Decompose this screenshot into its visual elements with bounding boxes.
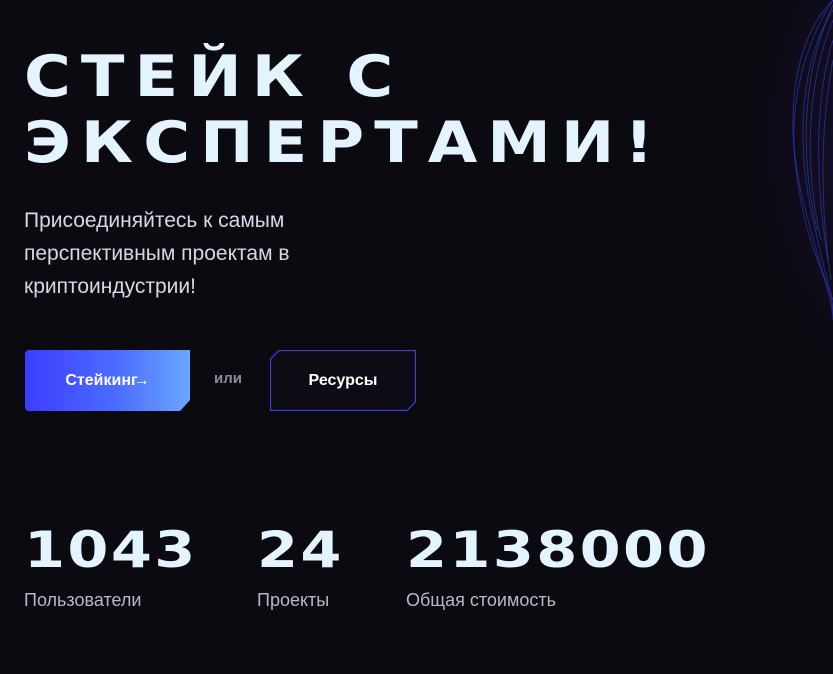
arrow-right-icon: → <box>133 371 150 389</box>
hero-title: Стейк с экспертами! <box>24 44 664 176</box>
decorative-orb <box>773 0 833 320</box>
resources-button[interactable]: Ресурсы <box>270 350 416 411</box>
stat-value: 2138000 <box>406 521 710 579</box>
stat-projects: 24 Проекты <box>257 520 341 611</box>
or-separator: или <box>214 370 242 387</box>
stat-users: 1043 Пользователи <box>24 520 195 611</box>
stat-label: Общая стоимость <box>406 590 556 610</box>
stat-value: 24 <box>257 521 344 579</box>
staking-button-label: Стейкинг <box>65 371 138 389</box>
hero-subtitle: Присоединяйтесь к самым перспективным пр… <box>24 209 290 298</box>
hero-title-line-1: Стейк с <box>24 44 404 110</box>
stat-value: 1043 <box>24 521 198 579</box>
stat-total-value: 2138000 Общая стоимость <box>406 520 708 611</box>
resources-button-label: Ресурсы <box>308 371 378 389</box>
stat-label: Пользователи <box>24 590 142 610</box>
staking-button[interactable]: Стейкинг → <box>25 350 190 411</box>
stat-label: Проекты <box>257 590 330 610</box>
hero-title-line-2: экспертами! <box>24 110 664 176</box>
